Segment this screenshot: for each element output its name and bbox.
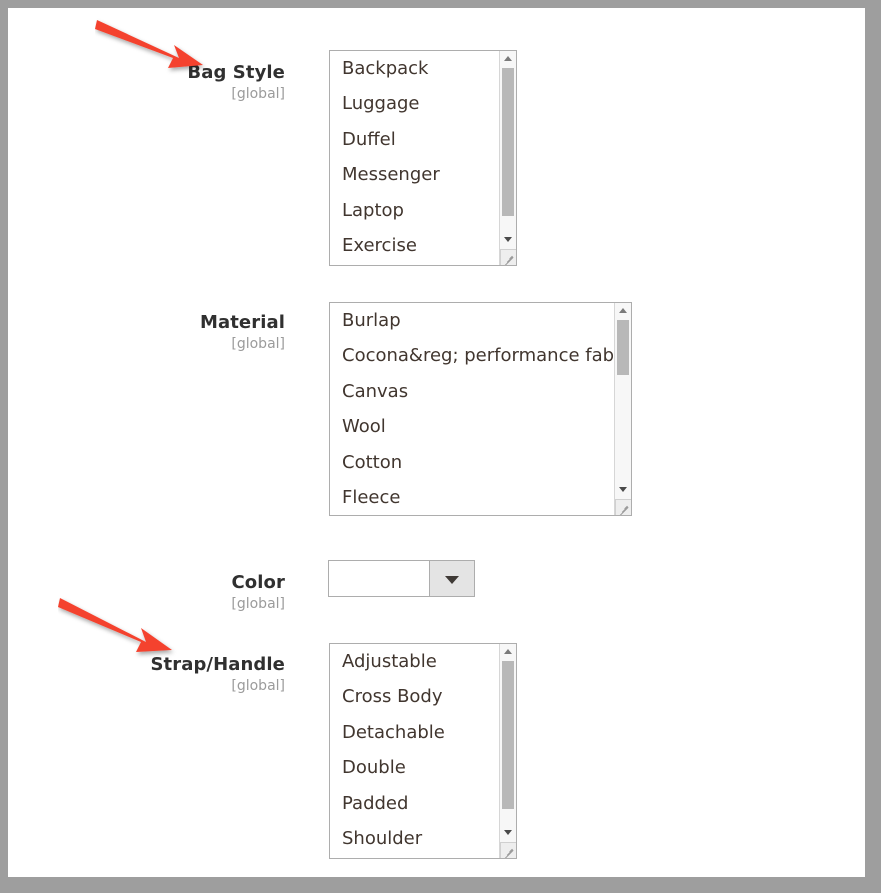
form-row-material: Material [global] Burlap Cocona&reg; per… <box>8 302 865 527</box>
form-row-bag-style: Bag Style [global] Backpack Luggage Duff… <box>8 42 865 272</box>
field-label-text: Color <box>231 572 285 593</box>
multiselect-material-options[interactable]: Burlap Cocona&reg; performance fabric Ca… <box>330 303 613 515</box>
list-item[interactable]: Laptop <box>330 193 498 228</box>
multiselect-bag-style-options[interactable]: Backpack Luggage Duffel Messenger Laptop… <box>330 51 498 265</box>
multiselect-strap-handle[interactable]: Adjustable Cross Body Detachable Double … <box>329 643 517 859</box>
chevron-down-icon[interactable] <box>429 561 474 596</box>
scrollbar-thumb[interactable] <box>502 68 514 216</box>
field-label-material: Material [global] <box>8 312 285 353</box>
list-item[interactable]: Duffel <box>330 122 498 157</box>
field-scope-text: [global] <box>231 596 285 612</box>
list-item[interactable]: Double <box>330 750 498 785</box>
list-item[interactable]: Fleece <box>330 480 613 515</box>
list-item[interactable]: Cross Body <box>330 679 498 714</box>
scroll-down-arrow-icon[interactable] <box>500 232 516 248</box>
list-item[interactable]: Luggage <box>330 86 498 121</box>
select-color[interactable] <box>328 560 475 597</box>
scrollbar-material[interactable] <box>614 303 631 515</box>
list-item[interactable]: Burlap <box>330 303 613 338</box>
list-item[interactable]: Exercise <box>330 228 498 263</box>
list-item[interactable]: Cotton <box>330 445 613 480</box>
list-item[interactable]: Adjustable <box>330 644 498 679</box>
resize-grip-icon[interactable] <box>500 249 516 265</box>
product-attributes-form: Bag Style [global] Backpack Luggage Duff… <box>8 8 865 877</box>
form-row-strap-handle: Strap/Handle [global] Adjustable Cross B… <box>8 636 865 861</box>
list-item[interactable]: Shoulder <box>330 821 498 856</box>
list-item[interactable]: Wool <box>330 409 613 444</box>
scroll-up-arrow-icon[interactable] <box>615 303 631 319</box>
form-row-color: Color [global] <box>8 560 865 620</box>
field-label-text: Bag Style <box>187 62 285 83</box>
list-item[interactable]: Messenger <box>330 157 498 192</box>
list-item[interactable]: Padded <box>330 786 498 821</box>
scrollbar-thumb[interactable] <box>502 661 514 809</box>
scroll-up-arrow-icon[interactable] <box>500 644 516 660</box>
field-scope-text: [global] <box>231 86 285 102</box>
list-item[interactable]: Detachable <box>330 715 498 750</box>
list-item[interactable]: Cocona&reg; performance fabric <box>330 338 613 373</box>
resize-grip-icon[interactable] <box>500 842 516 858</box>
select-color-value[interactable] <box>329 561 429 596</box>
list-item[interactable]: Backpack <box>330 51 498 86</box>
list-item[interactable]: Canvas <box>330 374 613 409</box>
field-label-text: Material <box>199 312 285 333</box>
scroll-down-arrow-icon[interactable] <box>615 482 631 498</box>
scroll-up-arrow-icon[interactable] <box>500 51 516 67</box>
window-frame: Bag Style [global] Backpack Luggage Duff… <box>0 0 881 893</box>
field-scope-text: [global] <box>231 678 285 694</box>
scrollbar-bag-style[interactable] <box>499 51 516 265</box>
multiselect-bag-style[interactable]: Backpack Luggage Duffel Messenger Laptop… <box>329 50 517 266</box>
field-label-bag-style: Bag Style [global] <box>8 62 285 103</box>
scroll-down-arrow-icon[interactable] <box>500 825 516 841</box>
scrollbar-strap-handle[interactable] <box>499 644 516 858</box>
field-label-color: Color [global] <box>8 572 285 613</box>
field-scope-text: [global] <box>231 336 285 352</box>
scrollbar-thumb[interactable] <box>617 320 629 375</box>
resize-grip-icon[interactable] <box>615 499 631 515</box>
field-label-strap-handle: Strap/Handle [global] <box>8 654 285 695</box>
field-label-text: Strap/Handle <box>150 654 285 675</box>
multiselect-material[interactable]: Burlap Cocona&reg; performance fabric Ca… <box>329 302 632 516</box>
multiselect-strap-handle-options[interactable]: Adjustable Cross Body Detachable Double … <box>330 644 498 858</box>
